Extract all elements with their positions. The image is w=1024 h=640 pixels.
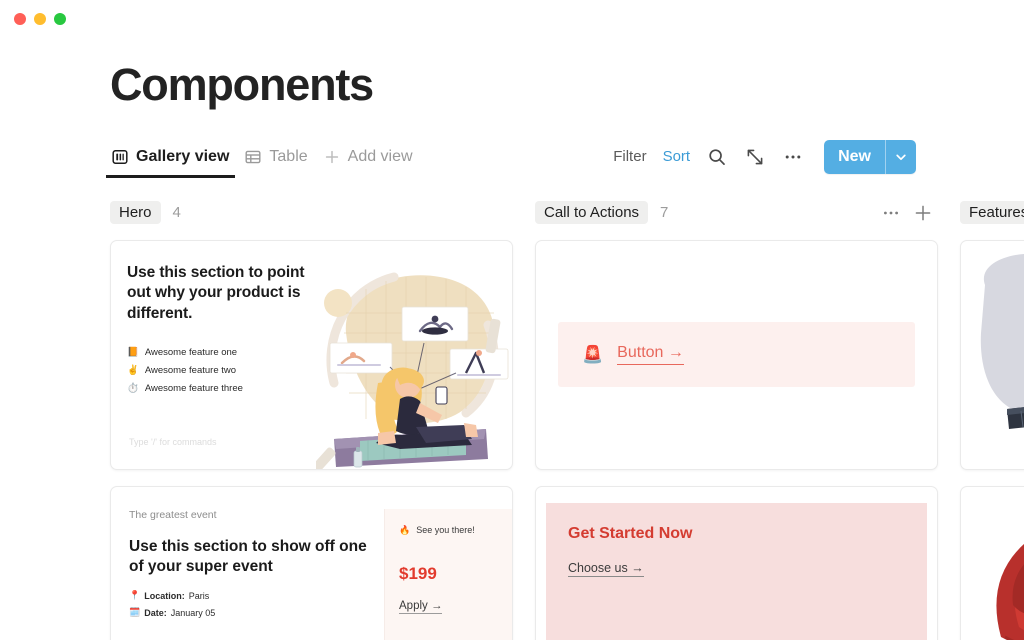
card-cta-button[interactable]: 🚨 Button → (535, 239, 938, 470)
sort-button[interactable]: Sort (663, 148, 691, 165)
search-icon[interactable] (706, 146, 728, 168)
card-hero-product-different[interactable]: Use this section to point out why your p… (110, 239, 513, 470)
chevron-down-icon[interactable] (886, 140, 916, 174)
calendar-emoji-icon: 🗓️ (129, 607, 141, 618)
column-name-features[interactable]: Features (960, 201, 1024, 224)
tab-table-label: Table (269, 147, 308, 165)
view-actions: Filter Sort New (613, 139, 916, 174)
choose-us-link[interactable]: Choose us → (568, 561, 644, 577)
meta-value: January 05 (170, 607, 216, 618)
board-column-call-to-actions: Call to Actions 7 🚨 Button → Get Started… (535, 200, 938, 640)
cta-panel: Get Started Now Choose us → (546, 502, 927, 640)
fire-emoji-icon: 🔥 (399, 524, 411, 535)
tab-table[interactable]: Table (243, 136, 321, 178)
column-header-hero: Hero 4 (110, 200, 513, 226)
new-button[interactable]: New (824, 140, 885, 174)
page-content: Components Gallery view Table Add view F… (0, 59, 1024, 640)
list-item: 📍 Location: Paris (129, 590, 370, 601)
ellipsis-icon[interactable] (782, 146, 804, 168)
column-add-card-icon[interactable] (914, 204, 932, 222)
price-note: 🔥 See you there! (399, 525, 498, 536)
event-price-box: 🔥 See you there! $199 Apply → (384, 508, 512, 640)
event-meta-list: 📍 Location: Paris 🗓️ Date: January 05 (129, 590, 370, 618)
column-name-call-to-actions[interactable]: Call to Actions (535, 201, 649, 224)
feature-label: Awesome feature three (144, 383, 243, 395)
meta-label: Location: (144, 590, 185, 601)
card-features-product-photo[interactable] (960, 485, 1024, 640)
column-header-call-to-actions: Call to Actions 7 (535, 200, 938, 226)
new-button-group: New (824, 139, 916, 174)
cta-banner: 🚨 Button → (558, 322, 915, 387)
list-item: ✌️ Awesome feature two (127, 365, 310, 376)
book-emoji-icon: 📙 (127, 347, 139, 359)
view-tabs: Gallery view Table Add view (105, 136, 427, 178)
siren-emoji-icon: 🚨 (582, 344, 604, 364)
meta-label: Date: (144, 607, 167, 618)
zoom-window-button[interactable] (54, 13, 66, 25)
card-features-illustration[interactable] (960, 239, 1024, 470)
card-cta-get-started[interactable]: Get Started Now Choose us → (535, 485, 938, 640)
filter-button[interactable]: Filter (613, 148, 646, 165)
list-item: 🗓️ Date: January 05 (129, 607, 370, 618)
tab-gallery-view-label: Gallery view (136, 147, 230, 165)
card-kicker: The greatest event (129, 508, 217, 521)
column-count-call-to-actions: 7 (660, 204, 669, 221)
card-heading: Use this section to show off one of your… (129, 537, 367, 576)
woman-at-desk-illustration (961, 241, 1024, 469)
board-column-hero: Hero 4 Use this section to point out why… (110, 200, 513, 640)
gallery-board: Hero 4 Use this section to point out why… (110, 200, 1024, 640)
minimize-window-button[interactable] (34, 13, 46, 25)
column-name-hero[interactable]: Hero (110, 201, 161, 224)
board-column-features: Features (960, 200, 1024, 640)
list-item: 📙 Awesome feature one (127, 347, 310, 358)
price-note-label: See you there! (416, 525, 475, 535)
card-heading: Use this section to point out why your p… (127, 263, 305, 323)
add-view-button[interactable]: Add view (322, 136, 427, 178)
cta-heading: Get Started Now (568, 524, 693, 542)
list-item: ⏱️ Awesome feature three (127, 383, 310, 394)
traffic-lights (14, 13, 66, 25)
feature-label: Awesome feature one (144, 347, 238, 359)
view-toolbar: Gallery view Table Add view Filter Sort … (105, 136, 1024, 178)
gallery-view-icon (112, 149, 128, 165)
stopwatch-emoji-icon: ⏱️ (127, 383, 139, 395)
table-view-icon (245, 149, 261, 165)
red-headphones-photo (961, 487, 1024, 640)
expand-diagonal-icon[interactable] (744, 146, 766, 168)
column-actions (882, 204, 932, 222)
card-hero-event[interactable]: The greatest event Use this section to s… (110, 485, 513, 640)
woman-on-yoga-mat-with-phone-illustration (316, 263, 512, 469)
slash-command-placeholder: Type '/' for commands (129, 436, 217, 447)
price-amount: $199 (399, 563, 437, 583)
column-ellipsis-icon[interactable] (882, 204, 900, 222)
close-window-button[interactable] (14, 13, 26, 25)
card-text-block: The greatest event Use this section to s… (129, 509, 384, 640)
column-count-hero: 4 (172, 204, 181, 221)
feature-list: 📙 Awesome feature one ✌️ Awesome feature… (127, 347, 310, 394)
cta-button-link[interactable]: Button → (617, 344, 684, 365)
plus-icon (324, 149, 340, 165)
tab-gallery-view[interactable]: Gallery view (105, 136, 243, 178)
meta-value: Paris (188, 590, 210, 601)
feature-label: Awesome feature two (144, 365, 237, 377)
add-view-label: Add view (347, 147, 413, 165)
page-title: Components (110, 59, 374, 110)
hand-emoji-icon: ✌️ (127, 365, 139, 377)
window-titlebar (0, 0, 1024, 38)
apply-link[interactable]: Apply → (399, 600, 443, 614)
column-header-features: Features (960, 200, 1024, 226)
location-pin-emoji-icon: 📍 (129, 590, 141, 601)
